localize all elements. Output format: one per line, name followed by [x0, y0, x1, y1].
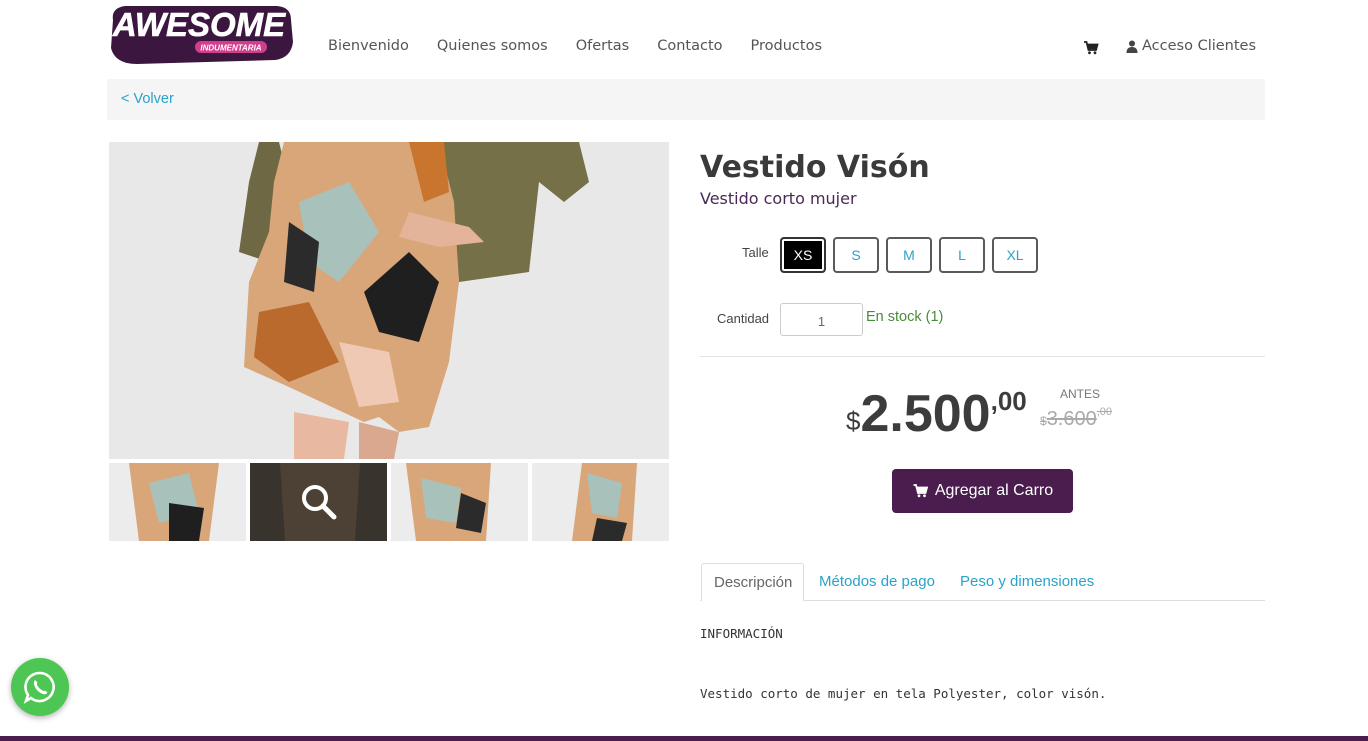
thumbnail-image — [532, 463, 669, 541]
size-option-l[interactable]: L — [939, 237, 985, 273]
size-option-m[interactable]: M — [886, 237, 932, 273]
thumbnail-strip — [109, 463, 673, 541]
thumbnail-2[interactable] — [250, 463, 387, 541]
whatsapp-button[interactable] — [11, 658, 69, 716]
price-integer: 2.500 — [860, 385, 991, 443]
acceso-clientes-link[interactable]: Acceso Clientes — [1126, 38, 1256, 54]
nav-quienes-somos[interactable]: Quienes somos — [437, 38, 548, 54]
product-subtitle: Vestido corto mujer — [700, 189, 857, 208]
tab-peso-y-dimensiones[interactable]: Peso y dimensiones — [948, 563, 1106, 601]
dress-photo — [109, 142, 669, 459]
svg-text:INDUMENTARIA: INDUMENTARIA — [200, 44, 261, 53]
old-price-currency: $ — [1040, 414, 1047, 428]
user-icon — [1126, 40, 1138, 53]
size-label: Talle — [742, 245, 769, 260]
svg-text:AWESOME: AWESOME — [112, 6, 286, 43]
price-decimals: ,00 — [990, 386, 1027, 416]
footer-bar — [0, 736, 1368, 741]
nav-productos[interactable]: Productos — [751, 38, 822, 54]
size-selector: XS S M L XL — [780, 237, 1045, 273]
cart-icon — [913, 484, 929, 498]
nav-contacto[interactable]: Contacto — [657, 38, 722, 54]
divider — [700, 356, 1265, 357]
description-heading: INFORMACIÓN — [700, 626, 783, 641]
nav-ofertas[interactable]: Ofertas — [576, 38, 630, 54]
old-price-decimals: ,00 — [1096, 406, 1113, 418]
product-title: Vestido Visón — [700, 150, 930, 185]
quantity-label: Cantidad — [717, 311, 770, 326]
product-main-image[interactable] — [109, 142, 669, 459]
thumbnail-3[interactable] — [391, 463, 528, 541]
product-page: AWESOME INDUMENTARIA Bienvenido Quienes … — [0, 0, 1368, 741]
thumbnail-image — [391, 463, 528, 541]
stock-status: En stock (1) — [866, 309, 944, 325]
add-to-cart-label: Agregar al Carro — [934, 482, 1054, 499]
thumbnail-image — [109, 463, 246, 541]
thumbnail-4[interactable] — [532, 463, 669, 541]
whatsapp-icon — [23, 671, 55, 704]
current-price: $ 2.500 ,00 — [846, 382, 1027, 440]
zoom-overlay[interactable] — [250, 463, 387, 541]
quantity-input[interactable] — [780, 303, 863, 336]
acceso-clientes-label: Acceso Clientes — [1142, 38, 1257, 54]
add-to-cart-button[interactable]: Agregar al Carro — [892, 469, 1073, 513]
old-price: $ 3.600 ,00 — [1040, 404, 1112, 431]
size-option-xs[interactable]: XS — [780, 237, 826, 273]
main-nav: Bienvenido Quienes somos Ofertas Contact… — [314, 38, 836, 54]
old-price-label: ANTES — [1060, 387, 1101, 401]
size-option-s[interactable]: S — [833, 237, 879, 273]
size-option-xl[interactable]: XL — [992, 237, 1038, 273]
breadcrumb-bar: < Volver — [107, 79, 1265, 120]
old-price-integer: 3.600 — [1046, 408, 1097, 430]
thumbnail-1[interactable] — [109, 463, 246, 541]
back-link[interactable]: < Volver — [121, 91, 174, 107]
tab-descripcion[interactable]: Descripción — [701, 563, 804, 601]
price-currency: $ — [846, 406, 861, 436]
awesome-logo[interactable]: AWESOME INDUMENTARIA — [107, 2, 293, 66]
tab-metodos-de-pago[interactable]: Métodos de pago — [807, 563, 947, 601]
zoom-icon — [301, 485, 336, 520]
description-text: Vestido corto de mujer en tela Polyester… — [700, 686, 1107, 701]
cart-icon[interactable] — [1083, 40, 1099, 56]
nav-bienvenido[interactable]: Bienvenido — [328, 38, 409, 54]
